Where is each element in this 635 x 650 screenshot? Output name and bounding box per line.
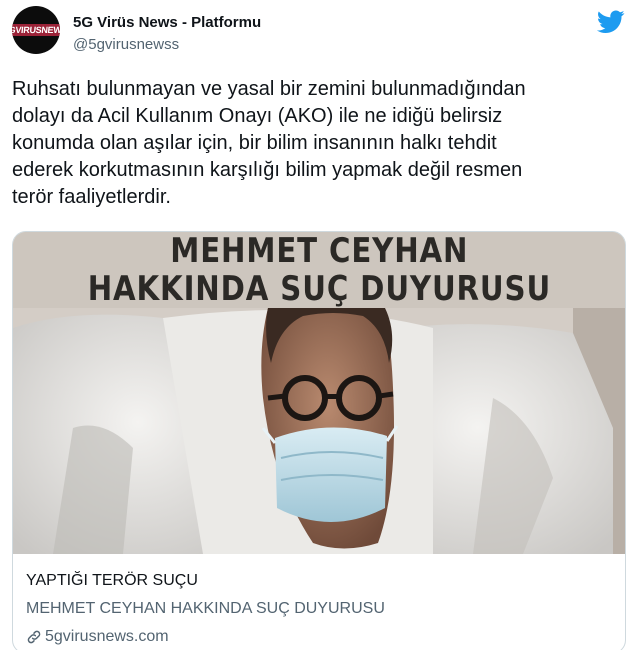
card-image[interactable]: MEHMET CEYHAN HAKKINDA SUÇ DUYURUSU <box>13 232 625 554</box>
twitter-bird-icon[interactable] <box>597 10 625 34</box>
banner-line-1: MEHMET CEYHAN <box>169 232 469 271</box>
tweet-line: terör faaliyetlerdir. <box>12 186 171 208</box>
card-domain[interactable]: 5gvirusnews.com <box>45 626 169 648</box>
card-link-row[interactable]: 5gvirusnews.com <box>26 626 616 648</box>
avatar[interactable]: 5GVIRUSNEWS <box>12 6 60 54</box>
hospital-bed-photo <box>13 308 625 554</box>
link-icon <box>27 630 41 644</box>
card-title[interactable]: YAPTIĞI TERÖR SUÇU <box>26 570 616 592</box>
tweet-text: Ruhsatı bulunmayan ve yasal bir zemini b… <box>12 76 624 211</box>
display-name[interactable]: 5G Virüs News - Platformu <box>73 14 261 31</box>
card-description[interactable]: MEHMET CEYHAN HAKKINDA SUÇ DUYURUSU <box>26 598 616 620</box>
user-handle[interactable]: @5gvirusnewss <box>73 36 179 53</box>
link-preview-card[interactable]: MEHMET CEYHAN HAKKINDA SUÇ DUYURUSU YAPT… <box>12 231 626 650</box>
card-meta[interactable]: YAPTIĞI TERÖR SUÇU MEHMET CEYHAN HAKKIND… <box>26 570 616 648</box>
avatar-logo: 5GVIRUSNEWS <box>12 24 60 36</box>
banner-line-2: HAKKINDA SUÇ DUYURUSU <box>87 269 551 309</box>
tweet-line: dolayı da Acil Kullanım Onayı (AKO) ile … <box>12 105 503 127</box>
tweet-line: konumda olan aşılar için, bir bilim insa… <box>12 132 497 154</box>
image-banner: MEHMET CEYHAN HAKKINDA SUÇ DUYURUSU <box>13 232 625 308</box>
tweet-line: Ruhsatı bulunmayan ve yasal bir zemini b… <box>12 78 526 100</box>
tweet-line: ederek korkutmasının karşılığı bilim yap… <box>12 159 523 181</box>
